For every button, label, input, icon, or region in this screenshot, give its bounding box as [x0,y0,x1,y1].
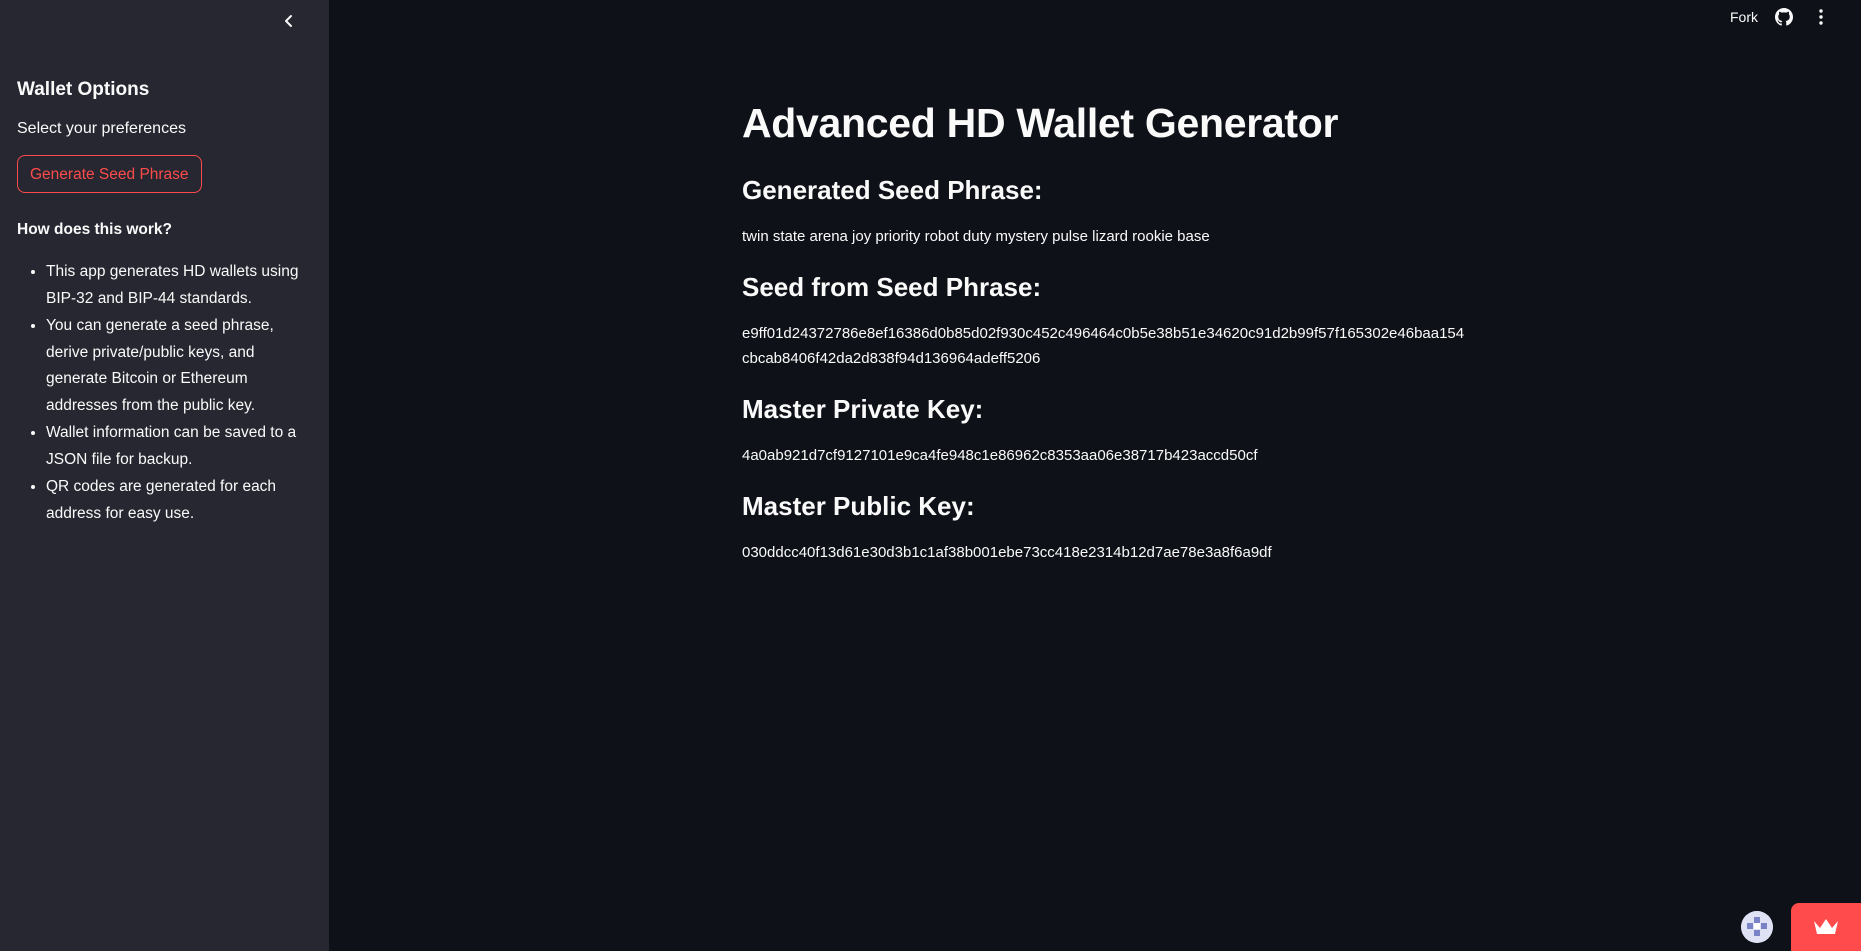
master-private-key-heading: Master Private Key: [742,394,984,424]
seed-heading: Seed from Seed Phrase: [742,272,1042,302]
fork-link[interactable]: Fork [1730,7,1758,27]
how-it-works-heading: How does this work? [17,221,173,238]
kebab-menu-icon[interactable] [1812,8,1830,26]
list-item: QR codes are generated for each address … [46,474,307,527]
page-title: Advanced HD Wallet Generator [742,100,1339,146]
crown-button[interactable] [1791,903,1861,951]
seed-value-line-2: cbcab8406f42da2d838f94d136964adeff5206 [742,350,1041,367]
sidebar: Wallet Options Select your preferences G… [0,0,329,951]
crown-icon [1814,919,1838,934]
sidebar-title: Wallet Options [17,79,150,100]
main-content: Advanced HD Wallet Generator Generated S… [742,95,1502,565]
chevron-left-icon [285,15,292,27]
sidebar-subtitle: Select your preferences [17,120,186,137]
app-root: Wallet Options Select your preferences G… [0,0,1861,951]
seed-phrase-heading: Generated Seed Phrase: [742,175,1043,205]
list-item: This app generates HD wallets using BIP-… [46,259,307,312]
github-icon[interactable] [1775,8,1793,26]
list-item: Wallet information can be saved to a JSO… [46,420,307,473]
master-public-key-heading: Master Public Key: [742,491,975,521]
streamlit-avatar-icon[interactable] [1741,911,1773,943]
generate-seed-phrase-button[interactable]: Generate Seed Phrase [17,155,202,193]
master-public-key-value: 030ddcc40f13d61e30d3b1c1af38b001ebe73cc4… [742,544,1272,561]
seed-value-line-1: e9ff01d24372786e8ef16386d0b85d02f930c452… [742,325,1465,342]
list-item: You can generate a seed phrase, derive p… [46,313,307,419]
master-private-key-value: 4a0ab921d7cf9127101e9ca4fe948c1e86962c83… [742,447,1258,464]
collapse-sidebar-button[interactable] [278,10,300,32]
seed-phrase-value: twin state arena joy priority robot duty… [742,228,1210,245]
sidebar-content: Wallet Options Select your preferences G… [17,78,307,528]
how-it-works-list: This app generates HD wallets using BIP-… [17,259,307,527]
